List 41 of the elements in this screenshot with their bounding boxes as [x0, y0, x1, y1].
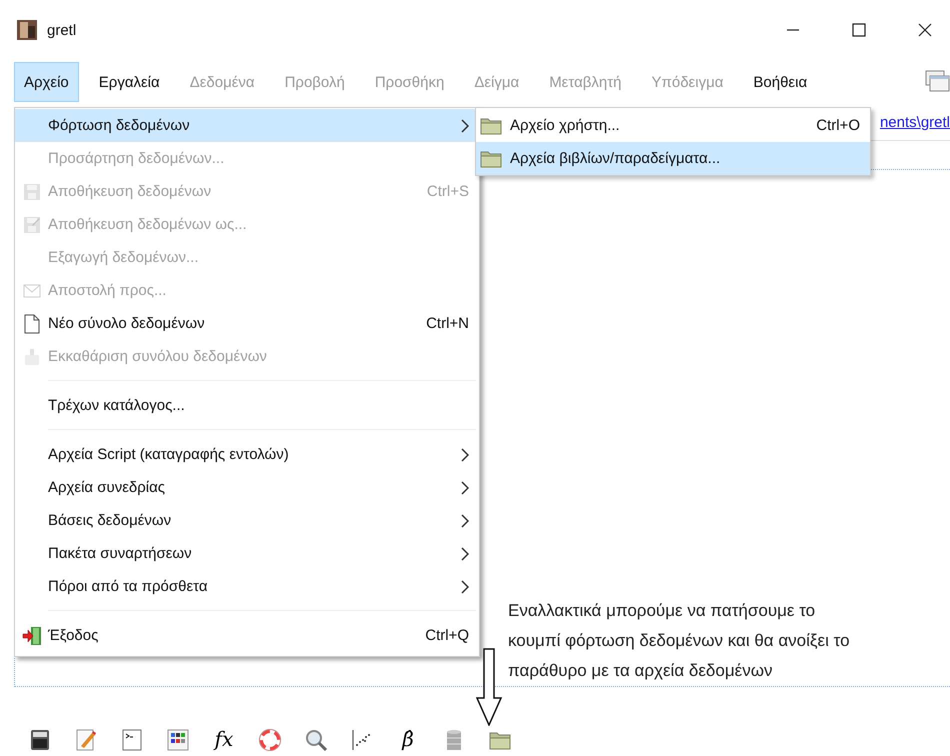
chevron-right-icon: [461, 480, 469, 494]
menu-item[interactable]: Αρχεία βιβλίων/παραδείγματα...: [476, 142, 870, 175]
folder-icon: [480, 150, 502, 168]
script-icon[interactable]: [74, 729, 98, 753]
menu-item[interactable]: Πόροι από τα πρόσθετα: [15, 570, 479, 603]
folder-icon: [480, 116, 502, 134]
menu-item[interactable]: Αρχεία Script (καταγραφής εντολών): [15, 438, 479, 471]
help-icon[interactable]: [258, 729, 282, 753]
menu-item[interactable]: Αρχείο χρήστη... Ctrl+O: [476, 109, 870, 142]
window-title: gretl: [47, 22, 76, 38]
floppy-disk-pencil-icon: [22, 216, 40, 234]
menu-bar-item[interactable]: Αρχείο: [14, 62, 79, 102]
menu-bar-item[interactable]: Εργαλεία: [88, 62, 170, 102]
menu-item[interactable]: Τρέχων κατάλογος...: [15, 389, 479, 422]
close-icon[interactable]: [918, 23, 932, 37]
exit-door-icon: [22, 626, 42, 646]
toolbar-button[interactable]: β̂: [396, 729, 420, 753]
menu-item[interactable]: Νέο σύνολο δεδομένων Ctrl+N: [15, 307, 479, 340]
session-icon[interactable]: [166, 729, 190, 753]
chevron-right-icon: [461, 546, 469, 560]
console-icon[interactable]: [120, 729, 144, 753]
menu-item[interactable]: Πακέτα συναρτήσεων: [15, 537, 479, 570]
maximize-icon[interactable]: [852, 23, 866, 37]
chevron-right-icon: [461, 514, 469, 528]
chevron-right-icon: [461, 580, 469, 594]
menu-bar-item[interactable]: Βοήθεια: [743, 62, 818, 102]
envelope-icon: [22, 284, 40, 298]
annotation-text: Εναλλακτικά μπορούμε να πατήσουμε το κουμπί φόρτωση δεδομένων και θα ανοίξει το παράθυρο με τα αρχεία δεδομένων: [508, 600, 850, 682]
document-icon: [24, 314, 40, 334]
app-icon: [17, 20, 37, 40]
chevron-right-icon: [461, 118, 469, 132]
toolbar-button[interactable]: fx: [212, 729, 236, 753]
search-icon[interactable]: [304, 729, 328, 753]
calculator-icon[interactable]: [28, 729, 52, 753]
brush-icon: [22, 348, 40, 366]
windows-icon[interactable]: [925, 70, 950, 94]
path-link[interactable]: nents\gretl: [880, 114, 950, 130]
menu-item[interactable]: Αρχεία συνεδρίας: [15, 471, 479, 504]
menu-item[interactable]: Έξοδος Ctrl+Q: [15, 619, 479, 652]
menu-item[interactable]: Βάσεις δεδομένων: [15, 504, 479, 537]
chevron-right-icon: [461, 448, 469, 462]
